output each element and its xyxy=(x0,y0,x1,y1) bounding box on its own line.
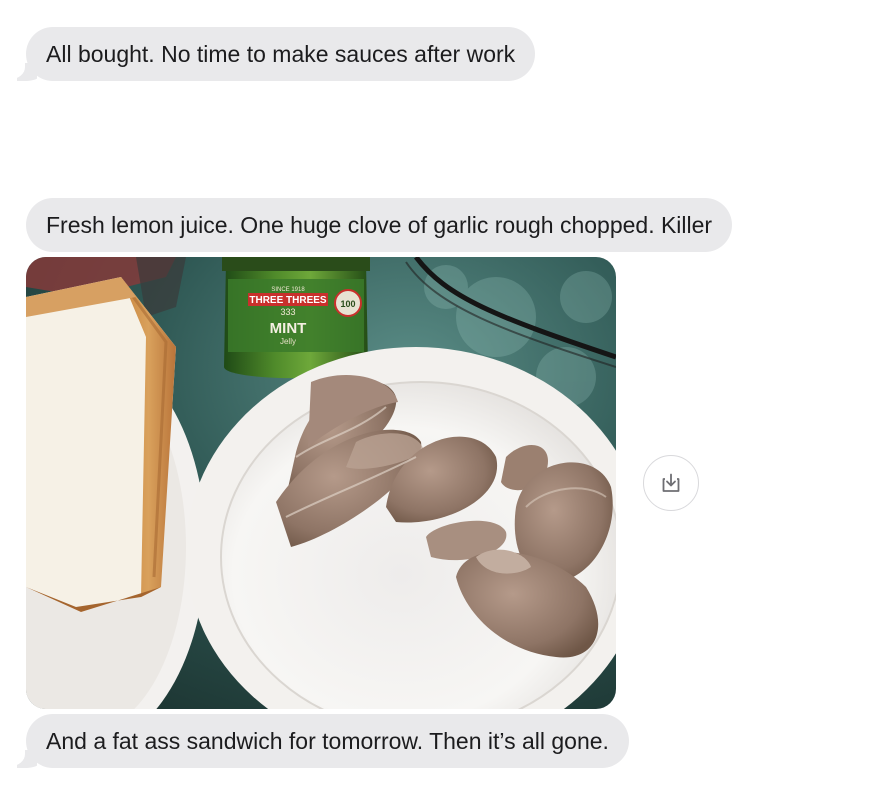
message-text: Fresh lemon juice. One huge clove of gar… xyxy=(46,212,713,238)
photo-attachment[interactable]: SINCE 1918 THREE THREES 333 MINT Jelly 1… xyxy=(26,257,616,709)
message-text: All bought. No time to make sauces after… xyxy=(46,41,516,67)
message-bubble[interactable]: Fresh lemon juice. One huge clove of gar… xyxy=(26,198,733,252)
jar-badge-text: 100 xyxy=(340,299,355,309)
jar-logo-text: 333 xyxy=(280,307,295,317)
jar-type-text: Jelly xyxy=(280,337,296,346)
jar-since-text: SINCE 1918 xyxy=(271,287,305,293)
bubble-tail xyxy=(17,63,37,81)
message-text: And a fat ass sandwich for tomorrow. The… xyxy=(46,728,609,754)
message-bubble[interactable]: All bought. No time to make sauces after… xyxy=(17,27,536,81)
food-photo: SINCE 1918 THREE THREES 333 MINT Jelly 1… xyxy=(26,257,616,709)
save-to-downloads-icon xyxy=(662,473,680,492)
save-image-button[interactable] xyxy=(643,455,699,511)
message-bubble[interactable]: And a fat ass sandwich for tomorrow. The… xyxy=(17,714,629,768)
message-thread: All bought. No time to make sauces after… xyxy=(0,0,888,786)
bubble-tail xyxy=(17,750,37,768)
jar-product-text: MINT xyxy=(270,320,307,337)
jar-brand-text: THREE THREES xyxy=(249,295,327,306)
